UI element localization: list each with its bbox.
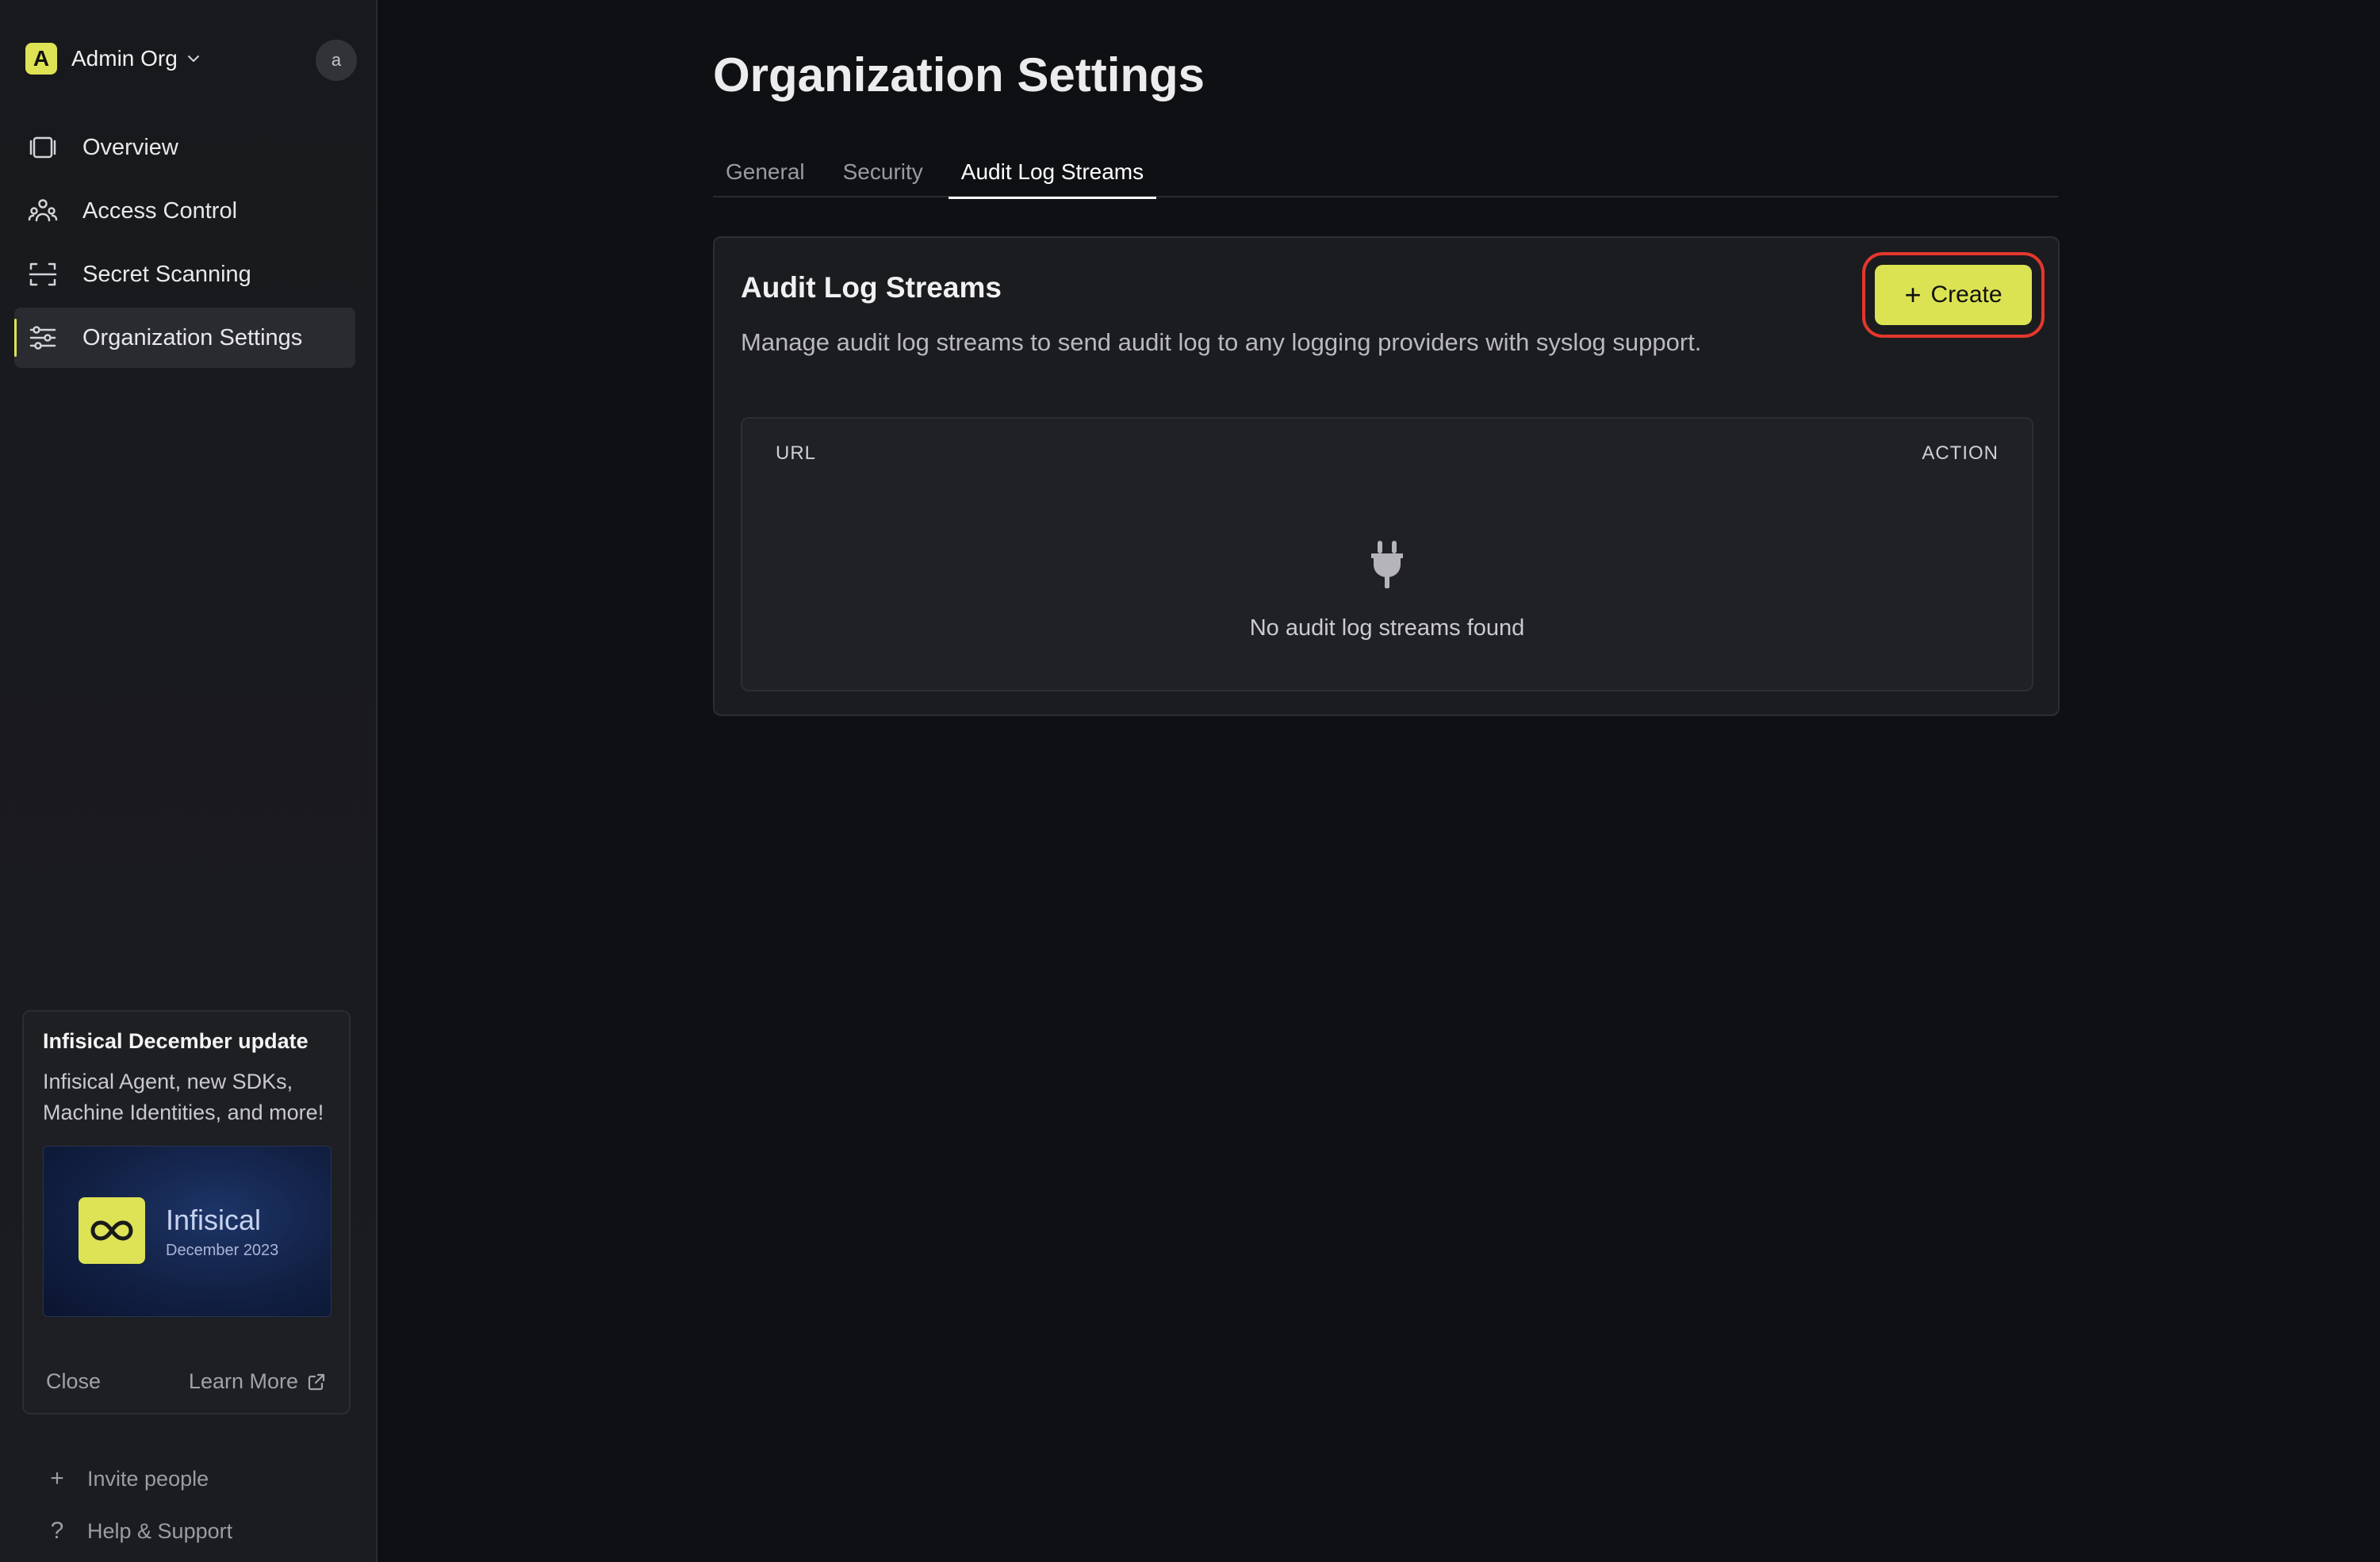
- plug-icon: [1371, 541, 1403, 588]
- update-actions: Close Learn More: [46, 1369, 327, 1394]
- infinity-logo-icon: [79, 1197, 145, 1264]
- org-avatar: A: [25, 43, 57, 75]
- banner-date: December 2023: [166, 1242, 279, 1259]
- tab-security[interactable]: Security: [830, 147, 936, 197]
- tab-general[interactable]: General: [713, 147, 818, 197]
- empty-state-text: No audit log streams found: [1249, 615, 1525, 641]
- sidebar-item-label: Overview: [82, 134, 178, 160]
- page-title: Organization Settings: [713, 48, 1205, 101]
- main-content: Organization Settings General Security A…: [378, 0, 2380, 1562]
- sidebar: A Admin Org a Overview Access Control Se…: [0, 0, 378, 1562]
- banner-name: Infisical: [166, 1204, 262, 1236]
- invite-people-link[interactable]: + Invite people: [46, 1453, 232, 1505]
- sidebar-item-overview[interactable]: Overview: [14, 117, 355, 178]
- sidebar-item-label: Organization Settings: [82, 324, 303, 350]
- scan-icon: [29, 262, 57, 286]
- sliders-icon: [29, 326, 56, 350]
- update-description: Infisical Agent, new SDKs, Machine Ident…: [43, 1070, 324, 1124]
- user-avatar[interactable]: a: [316, 40, 357, 81]
- sidebar-item-organization-settings[interactable]: Organization Settings: [14, 308, 355, 368]
- tab-audit-log-streams[interactable]: Audit Log Streams: [948, 147, 1157, 199]
- overview-icon: [29, 136, 56, 159]
- sidebar-nav: Overview Access Control Secret Scanning: [14, 117, 355, 371]
- card-title: Audit Log Streams: [741, 271, 1002, 304]
- audit-log-streams-card: Audit Log Streams Manage audit log strea…: [713, 236, 2060, 716]
- update-card: Infisical December update Infisical Agen…: [22, 1010, 351, 1415]
- invite-people-label: Invite people: [87, 1466, 209, 1491]
- question-icon: ?: [50, 1518, 64, 1544]
- update-banner[interactable]: Infisical December 2023: [43, 1146, 332, 1317]
- update-title: Infisical December update: [43, 1029, 309, 1053]
- help-support-link[interactable]: ? Help & Support: [46, 1505, 232, 1557]
- column-header-url: URL: [776, 442, 817, 464]
- org-name: Admin Org: [71, 46, 178, 71]
- create-button[interactable]: + Create: [1862, 252, 2045, 338]
- help-support-label: Help & Support: [87, 1518, 233, 1543]
- create-label: Create: [1930, 281, 2002, 308]
- sidebar-item-access-control[interactable]: Access Control: [14, 181, 355, 241]
- settings-tabs: General Security Audit Log Streams: [713, 147, 2058, 199]
- learn-more-label: Learn More: [188, 1369, 298, 1393]
- close-link[interactable]: Close: [46, 1369, 101, 1394]
- sidebar-footer: + Invite people ? Help & Support: [46, 1453, 232, 1557]
- plus-icon: +: [1904, 278, 1922, 311]
- app-root: A Admin Org a Overview Access Control Se…: [0, 0, 2380, 1562]
- sidebar-item-label: Secret Scanning: [82, 261, 251, 287]
- audit-log-streams-table: URL ACTION No audit log streams found: [741, 417, 2033, 691]
- external-link-icon: [308, 1373, 325, 1390]
- learn-more-link[interactable]: Learn More: [189, 1369, 327, 1394]
- chevron-down-icon: [187, 56, 199, 62]
- column-header-action: ACTION: [1922, 442, 1999, 464]
- sidebar-item-secret-scanning[interactable]: Secret Scanning: [14, 244, 355, 304]
- plus-icon: +: [50, 1465, 64, 1491]
- users-icon: [28, 199, 58, 222]
- org-switcher[interactable]: A Admin Org a: [25, 40, 357, 81]
- sidebar-item-label: Access Control: [82, 197, 238, 224]
- card-description: Manage audit log streams to send audit l…: [741, 328, 1702, 356]
